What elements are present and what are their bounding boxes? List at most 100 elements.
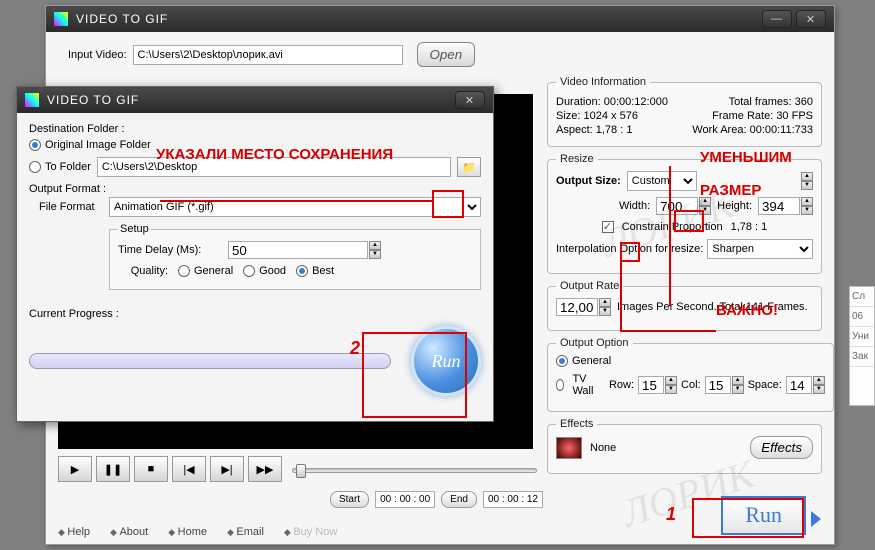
- interp-select[interactable]: Sharpen: [707, 239, 813, 259]
- quality-general-radio[interactable]: [178, 265, 190, 277]
- effects-group: Effects None Effects: [547, 418, 822, 474]
- anno-box-browse: [432, 190, 464, 218]
- effect-thumb: [556, 437, 582, 459]
- anno-save-location: УКАЗАЛИ МЕСТО СОХРАНЕНИЯ: [156, 146, 393, 163]
- output-rate-group: Output Rate ▲▼ Images Per Second. Total:…: [547, 280, 822, 331]
- rate-stepper[interactable]: ▲▼: [599, 298, 611, 316]
- about-link[interactable]: About: [110, 526, 148, 538]
- prev-button[interactable]: |◀: [172, 456, 206, 482]
- dest-original-radio[interactable]: [29, 139, 41, 151]
- setup-legend: Setup: [118, 223, 151, 235]
- row-input[interactable]: [638, 376, 664, 394]
- time-delay-input[interactable]: [228, 241, 368, 259]
- dialog-title: VIDEO TO GIF: [47, 93, 139, 107]
- height-label: Height:: [717, 200, 752, 212]
- rate-suffix: Images Per Second. Total:141 Frames.: [617, 301, 808, 313]
- start-time[interactable]: 00 : 00 : 00: [375, 491, 435, 508]
- quality-best-radio[interactable]: [296, 265, 308, 277]
- resize-legend: Resize: [556, 153, 598, 165]
- footer-links: Help About Home Email Buy Now: [58, 526, 337, 538]
- dest-original-label: Original Image Folder: [45, 139, 151, 151]
- height-stepper[interactable]: ▲▼: [801, 197, 813, 215]
- quality-label: Quality:: [118, 265, 168, 277]
- minimize-button[interactable]: —: [762, 10, 792, 28]
- play-button[interactable]: ▶: [58, 456, 92, 482]
- main-title: VIDEO TO GIF: [76, 12, 168, 26]
- app-icon: [25, 93, 39, 107]
- anno-box-width: [674, 210, 704, 232]
- buy-link[interactable]: Buy Now: [284, 526, 337, 538]
- effects-button[interactable]: Effects: [750, 436, 813, 459]
- app-icon: [54, 12, 68, 26]
- seek-slider[interactable]: [292, 464, 537, 474]
- home-link[interactable]: Home: [168, 526, 207, 538]
- anno-line-1: [160, 200, 432, 202]
- input-video-field[interactable]: [133, 45, 403, 65]
- constrain-checkbox[interactable]: [602, 221, 614, 233]
- opt-general-radio[interactable]: [556, 355, 568, 367]
- main-titlebar: VIDEO TO GIF — ✕: [46, 6, 834, 32]
- pause-button[interactable]: ❚❚: [96, 456, 130, 482]
- browse-folder-button[interactable]: 📁: [457, 157, 481, 177]
- end-time[interactable]: 00 : 00 : 12: [483, 491, 543, 508]
- quality-good-radio[interactable]: [243, 265, 255, 277]
- progress-label: Current Progress :: [29, 308, 481, 320]
- step-button[interactable]: ▶▶: [248, 456, 282, 482]
- file-format-label: File Format: [39, 201, 109, 213]
- opt-general-label: General: [572, 355, 611, 367]
- anno-box-main-run: [692, 498, 804, 538]
- email-link[interactable]: Email: [227, 526, 264, 538]
- anno-important: ВАЖНО!: [716, 302, 778, 319]
- anno-line-4: [620, 260, 622, 332]
- dest-tofolder-label: To Folder: [45, 161, 91, 173]
- progress-bar: [29, 353, 391, 369]
- output-format-label: Output Format :: [29, 183, 481, 195]
- row-stepper[interactable]: ▲▼: [665, 376, 677, 394]
- help-link[interactable]: Help: [58, 526, 90, 538]
- width-label: Width:: [619, 200, 650, 212]
- anno-box-constrain: [620, 242, 640, 262]
- output-size-label: Output Size:: [556, 175, 621, 187]
- close-button[interactable]: ✕: [796, 10, 826, 28]
- open-button[interactable]: Open: [417, 42, 476, 67]
- next-button[interactable]: ▶|: [210, 456, 244, 482]
- time-delay-label: Time Delay (Ms):: [118, 244, 228, 256]
- output-rate-legend: Output Rate: [556, 280, 623, 292]
- constrain-ratio: 1,78 : 1: [731, 221, 768, 233]
- output-option-legend: Output Option: [556, 337, 633, 349]
- height-input[interactable]: [758, 197, 800, 215]
- effects-legend: Effects: [556, 418, 597, 430]
- anno-box-dialog-run: [362, 332, 467, 418]
- input-video-label: Input Video:: [68, 49, 127, 61]
- anno-number-2: 2: [350, 338, 360, 359]
- playback-controls: ▶ ❚❚ ■ |◀ ▶| ▶▶: [58, 456, 543, 482]
- dialog-titlebar: VIDEO TO GIF ✕: [17, 87, 493, 113]
- constrain-label: Constrain Proportion: [622, 221, 723, 233]
- side-panel: Сл 06 Уни Зак: [849, 286, 875, 406]
- start-chip[interactable]: Start: [330, 491, 369, 508]
- end-chip[interactable]: End: [441, 491, 477, 508]
- anno-number-1: 1: [666, 504, 676, 525]
- anno-line-3: [620, 330, 716, 332]
- dest-folder-label: Destination Folder :: [29, 123, 481, 135]
- rate-input[interactable]: [556, 298, 598, 316]
- outputsize-stepper[interactable]: ▲▼: [801, 172, 813, 190]
- opt-tvwall-radio[interactable]: [556, 379, 564, 391]
- col-input[interactable]: [705, 376, 731, 394]
- space-input[interactable]: [786, 376, 812, 394]
- dialog-close-button[interactable]: ✕: [455, 91, 485, 109]
- output-size-select[interactable]: Custom: [627, 171, 697, 191]
- stop-button[interactable]: ■: [134, 456, 168, 482]
- opt-tvwall-label: TV Wall: [572, 373, 597, 397]
- anno-line-2: [669, 166, 671, 306]
- video-info-legend: Video Information: [556, 76, 650, 88]
- anno-size: РАЗМЕР: [700, 182, 761, 199]
- space-stepper[interactable]: ▲▼: [813, 376, 825, 394]
- effect-name: None: [590, 442, 616, 454]
- video-info-group: Video Information Duration: 00:00:12:000…: [547, 76, 822, 147]
- time-delay-stepper[interactable]: ▲▼: [369, 241, 381, 259]
- anno-shrink: УМЕНЬШИМ: [700, 149, 792, 166]
- dest-tofolder-radio[interactable]: [29, 161, 41, 173]
- col-stepper[interactable]: ▲▼: [732, 376, 744, 394]
- run-arrow-icon: [811, 511, 821, 527]
